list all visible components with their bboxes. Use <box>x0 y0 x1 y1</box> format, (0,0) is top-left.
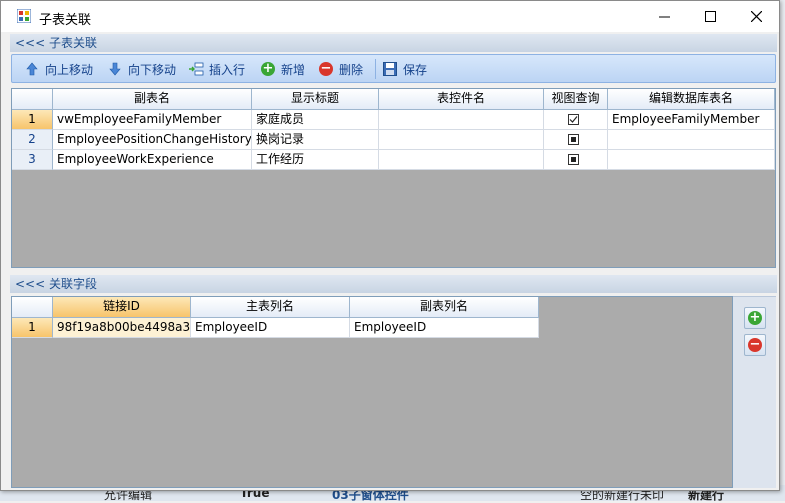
grid1-cell-display-title[interactable]: 家庭成员 <box>252 110 379 130</box>
checkbox-indeterminate[interactable] <box>568 134 579 145</box>
grid2-cell-link-id[interactable]: 98f19a8b00be4498a31 <box>53 318 191 338</box>
grid1-header-display-title[interactable]: 显示标题 <box>252 89 379 110</box>
plus-circle-icon: + <box>261 61 275 76</box>
grid1-cell-display-title[interactable]: 工作经历 <box>252 150 379 170</box>
toolbar: 向上移动 向下移动 插入行 + 新增 − 删除 保存 <box>11 54 776 83</box>
grid1-row-header[interactable]: 1 <box>12 110 53 130</box>
move-down-label: 向下移动 <box>128 62 177 77</box>
save-label: 保存 <box>403 62 428 77</box>
grid1-header-edit-table[interactable]: 编辑数据库表名 <box>608 89 775 110</box>
add-label: 新增 <box>281 62 306 77</box>
dialog-window: 子表关联 <<< 子表关联 向上移动 向下移动 插入行 + 新增 − 删除 保存… <box>0 0 780 491</box>
insert-row-icon <box>188 61 204 77</box>
minus-circle-icon: − <box>319 61 333 76</box>
move-up-label: 向上移动 <box>45 62 94 77</box>
maximize-icon <box>704 11 716 22</box>
minimize-button[interactable] <box>641 1 687 32</box>
window-title: 子表关联 <box>39 13 92 28</box>
save-icon <box>382 61 398 77</box>
delete-button[interactable]: − 删除 <box>318 59 363 79</box>
save-button[interactable]: 保存 <box>382 59 427 79</box>
grid1-header-view-query[interactable]: 视图查询 <box>544 89 608 110</box>
close-button[interactable] <box>733 1 779 32</box>
grid1-row-header[interactable]: 3 <box>12 150 53 170</box>
grid1-cell-table-name[interactable]: EmployeePositionChangeHistory <box>53 130 252 150</box>
maximize-button[interactable] <box>687 1 733 32</box>
grid1-cell-display-title[interactable]: 换岗记录 <box>252 130 379 150</box>
move-down-button[interactable]: 向下移动 <box>107 59 176 79</box>
grid1-cell-table-name[interactable]: EmployeeWorkExperience <box>53 150 252 170</box>
grid1-cell-view-query[interactable] <box>544 110 608 130</box>
group-header-subtable[interactable]: <<< 子表关联 <box>10 34 777 52</box>
group-header-linked-fields[interactable]: <<< 关联字段 <box>10 275 777 293</box>
arrow-up-icon <box>24 61 40 77</box>
toolbar-separator <box>375 59 376 79</box>
grid1-cell-edit-table[interactable]: EmployeeFamilyMember <box>608 110 775 130</box>
linked-fields-side-panel: + − <box>733 296 776 488</box>
subtable-grid: 副表名 显示标题 表控件名 视图查询 编辑数据库表名 1 vwEmployeeF… <box>11 88 776 268</box>
move-up-button[interactable]: 向上移动 <box>24 59 93 79</box>
grid1-header-control-name[interactable]: 表控件名 <box>379 89 544 110</box>
delete-label: 删除 <box>339 62 364 77</box>
plus-circle-icon: + <box>748 310 762 325</box>
grid1-cell-table-name[interactable]: vwEmployeeFamilyMember <box>53 110 252 130</box>
grid1-header-table-name[interactable]: 副表名 <box>53 89 252 110</box>
app-icon <box>17 9 31 23</box>
title-bar: 子表关联 <box>1 1 779 32</box>
grid1-cell-edit-table[interactable] <box>608 130 775 150</box>
grid2-row-header[interactable]: 1 <box>12 318 53 338</box>
grid1-row-header[interactable]: 2 <box>12 130 53 150</box>
grid2-corner[interactable] <box>12 297 53 318</box>
add-button[interactable]: + 新增 <box>260 59 305 79</box>
remove-field-button[interactable]: − <box>744 334 766 356</box>
insert-row-label: 插入行 <box>209 62 246 77</box>
minimize-icon <box>658 16 670 18</box>
grid1-cell-edit-table[interactable] <box>608 150 775 170</box>
checkbox-indeterminate[interactable] <box>568 154 579 165</box>
grid1-cell-control-name[interactable] <box>379 130 544 150</box>
linked-fields-grid: 链接ID 主表列名 副表列名 1 98f19a8b00be4498a31 Emp… <box>11 296 733 488</box>
arrow-down-icon <box>107 61 123 77</box>
add-field-button[interactable]: + <box>744 307 766 329</box>
grid2-header-main-column[interactable]: 主表列名 <box>191 297 350 318</box>
grid1-corner[interactable] <box>12 89 53 110</box>
minus-circle-icon: − <box>748 337 762 352</box>
grid1-cell-control-name[interactable] <box>379 110 544 130</box>
grid2-cell-main-column[interactable]: EmployeeID <box>191 318 350 338</box>
grid2-cell-sub-column[interactable]: EmployeeID <box>350 318 539 338</box>
grid1-cell-view-query[interactable] <box>544 150 608 170</box>
checkbox-checked[interactable] <box>568 114 579 125</box>
grid1-cell-view-query[interactable] <box>544 130 608 150</box>
grid2-header-sub-column[interactable]: 副表列名 <box>350 297 539 318</box>
grid2-header-link-id[interactable]: 链接ID <box>53 297 191 318</box>
insert-row-button[interactable]: 插入行 <box>188 59 245 79</box>
grid1-cell-control-name[interactable] <box>379 150 544 170</box>
close-icon <box>750 11 762 22</box>
